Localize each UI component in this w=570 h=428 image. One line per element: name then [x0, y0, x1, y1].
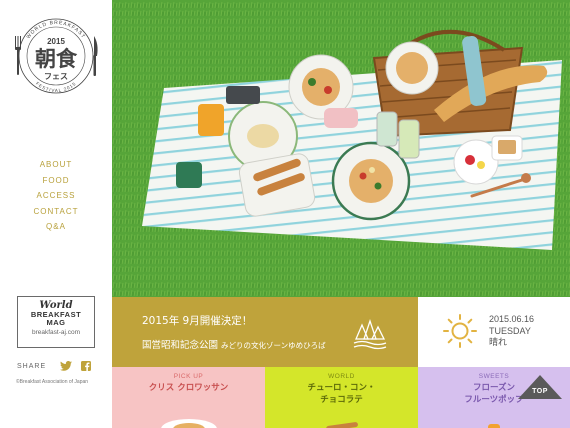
hero-picnic-image	[112, 0, 570, 297]
nav-about[interactable]: ABOUT	[0, 157, 112, 173]
share-bar: SHARE	[17, 360, 92, 372]
facebook-icon[interactable]	[81, 361, 92, 371]
logo-year: 2015	[47, 37, 65, 46]
weather-date: 2015.06.16	[489, 314, 535, 324]
weather-widget: 2015.06.16 TUESDAY 晴れ	[418, 297, 570, 367]
venue-zone: みどりの文化ゾーンゆめひろば	[221, 341, 326, 350]
announcement-headline: 2015年 9月開催決定！	[142, 315, 253, 327]
sidebar: WORLD BREAKFAST FESTIVAL 2015 2015 朝食 フェ…	[0, 0, 112, 428]
mag-mag-text: MAG	[46, 318, 66, 327]
card-category: PICK UP	[173, 373, 204, 380]
card-title-line2: チョコラテ	[320, 395, 363, 405]
event-announcement[interactable]: 2015年 9月開催決定！ 国営昭和記念公園 みどりの文化ゾーンゆめひろば	[112, 297, 418, 367]
nav-contact[interactable]: CONTACT	[0, 204, 112, 220]
card-title: クリス クロワッサン	[148, 383, 229, 393]
venue-name: 国営昭和記念公園	[142, 340, 219, 351]
nav-qa[interactable]: Q&A	[0, 219, 112, 235]
logo-title: 朝食	[35, 47, 78, 71]
twitter-icon[interactable]	[60, 361, 73, 371]
announcement-venue: 国営昭和記念公園 みどりの文化ゾーンゆめひろば	[142, 337, 326, 351]
fruit-pop-image	[474, 419, 514, 428]
card-title-line1: チューロ・コン・	[307, 383, 376, 393]
back-to-top-button[interactable]: TOP	[516, 373, 564, 403]
weather-condition: 晴れ	[489, 338, 508, 348]
knife-icon	[93, 36, 98, 76]
nav-access[interactable]: ACCESS	[0, 188, 112, 204]
logo-subtitle: フェス	[44, 72, 68, 81]
card-category: WORLD	[328, 373, 355, 380]
share-label: SHARE	[17, 362, 47, 370]
card-pickup[interactable]: PICK UP クリス クロワッサン	[112, 367, 265, 428]
breakfast-mag-banner[interactable]: World BREAKFAST MAG breakfast-aj.com	[17, 296, 95, 348]
logo-ring-bottom: FESTIVAL 2015	[35, 81, 76, 93]
park-icon	[352, 315, 388, 355]
sun-icon	[442, 313, 478, 353]
svg-text:FESTIVAL 2015: FESTIVAL 2015	[35, 81, 77, 93]
main-nav: ABOUT FOOD ACCESS CONTACT Q&A	[0, 157, 112, 235]
churros-image	[322, 417, 362, 428]
mag-url: breakfast-aj.com	[31, 329, 81, 336]
fork-icon	[15, 36, 21, 75]
festival-logo[interactable]: WORLD BREAKFAST FESTIVAL 2015 2015 朝食 フェ…	[10, 10, 102, 102]
top-label: TOP	[532, 388, 548, 395]
card-world[interactable]: WORLD チューロ・コン・ チョコラテ	[265, 367, 418, 428]
nav-food[interactable]: FOOD	[0, 173, 112, 189]
croissant-image	[159, 411, 219, 428]
weather-day: TUESDAY	[489, 326, 531, 336]
copyright-text: ©Breakfast Association of Japan	[16, 379, 89, 385]
